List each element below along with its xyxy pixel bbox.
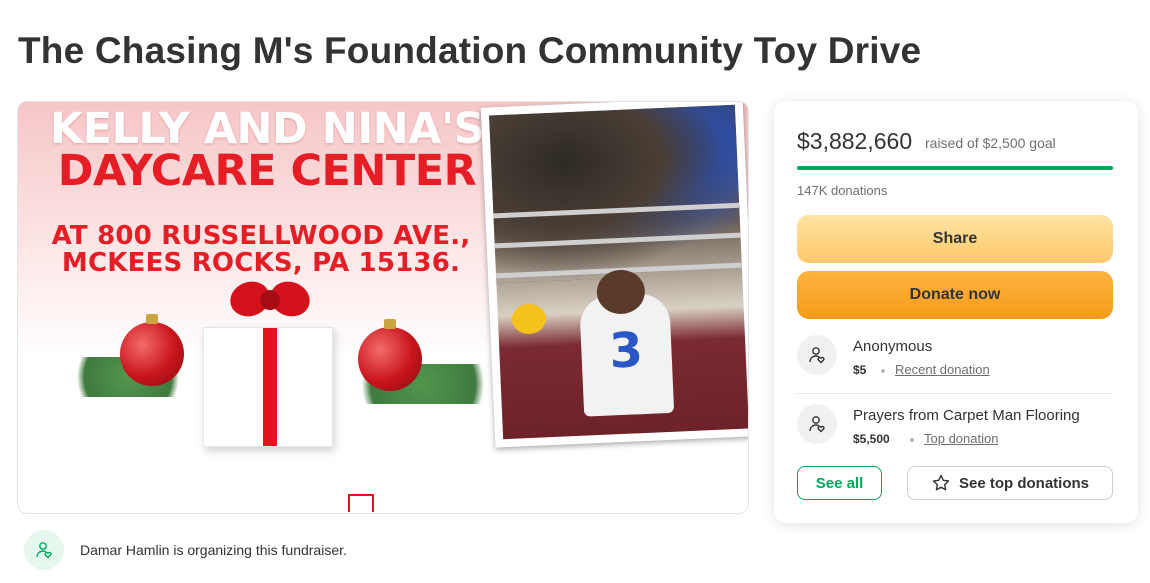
page-title: The Chasing M's Foundation Community Toy… <box>18 30 922 71</box>
organizer-row: Damar Hamlin is organizing this fundrais… <box>24 530 347 570</box>
ornament-icon <box>358 319 422 391</box>
person-heart-icon <box>24 530 64 570</box>
donation-amount: $5,500 <box>853 432 890 446</box>
donation-count: 147K donations <box>797 183 888 198</box>
football-icon <box>511 303 547 335</box>
jersey-number: 3 <box>608 322 645 380</box>
goal-text: raised of $2,500 goal <box>925 135 1056 151</box>
progress-fill <box>797 166 1113 170</box>
progress-bar <box>797 166 1113 170</box>
divider <box>797 393 1113 394</box>
share-button[interactable]: Share <box>797 215 1113 263</box>
see-top-donations-button[interactable]: See top donations <box>907 466 1113 500</box>
donation-item: Anonymous $5 Recent donation <box>797 335 1113 387</box>
separator-dot <box>881 369 885 373</box>
donation-card: $3,882,660 raised of $2,500 goal 147K do… <box>774 101 1138 523</box>
donate-button[interactable]: Donate now <box>797 271 1113 319</box>
gift-bow-icon <box>225 272 315 334</box>
gift-box-icon <box>203 327 333 447</box>
donor-name: Anonymous <box>853 338 933 355</box>
player-photo: 3 <box>480 102 748 448</box>
hero-image[interactable]: KELLY AND NINA'S DAYCARE CENTER AT 800 R… <box>17 101 749 514</box>
amount-raised: $3,882,660 <box>797 128 913 154</box>
star-icon <box>932 474 950 491</box>
person-heart-icon <box>797 335 837 375</box>
see-top-donations-label: See top donations <box>958 474 1089 492</box>
donor-name: Prayers from Carpet Man Flooring <box>853 407 1080 424</box>
ornament-icon <box>120 314 184 386</box>
see-all-button[interactable]: See all <box>797 466 882 500</box>
person-heart-icon <box>797 404 837 444</box>
donation-amount: $5 <box>853 363 867 377</box>
hero-address-line1: AT 800 RUSSELLWOOD AVE., <box>51 221 471 251</box>
organizer-text: Damar Hamlin is organizing this fundrais… <box>80 542 347 558</box>
separator-dot <box>910 438 914 442</box>
mini-gift-icon <box>348 494 374 512</box>
donation-tag-link[interactable]: Recent donation <box>895 362 990 377</box>
donation-item: Prayers from Carpet Man Flooring $5,500 … <box>797 404 1113 456</box>
hero-line2: DAYCARE CENTER <box>57 146 477 196</box>
donation-tag-link[interactable]: Top donation <box>924 431 998 446</box>
